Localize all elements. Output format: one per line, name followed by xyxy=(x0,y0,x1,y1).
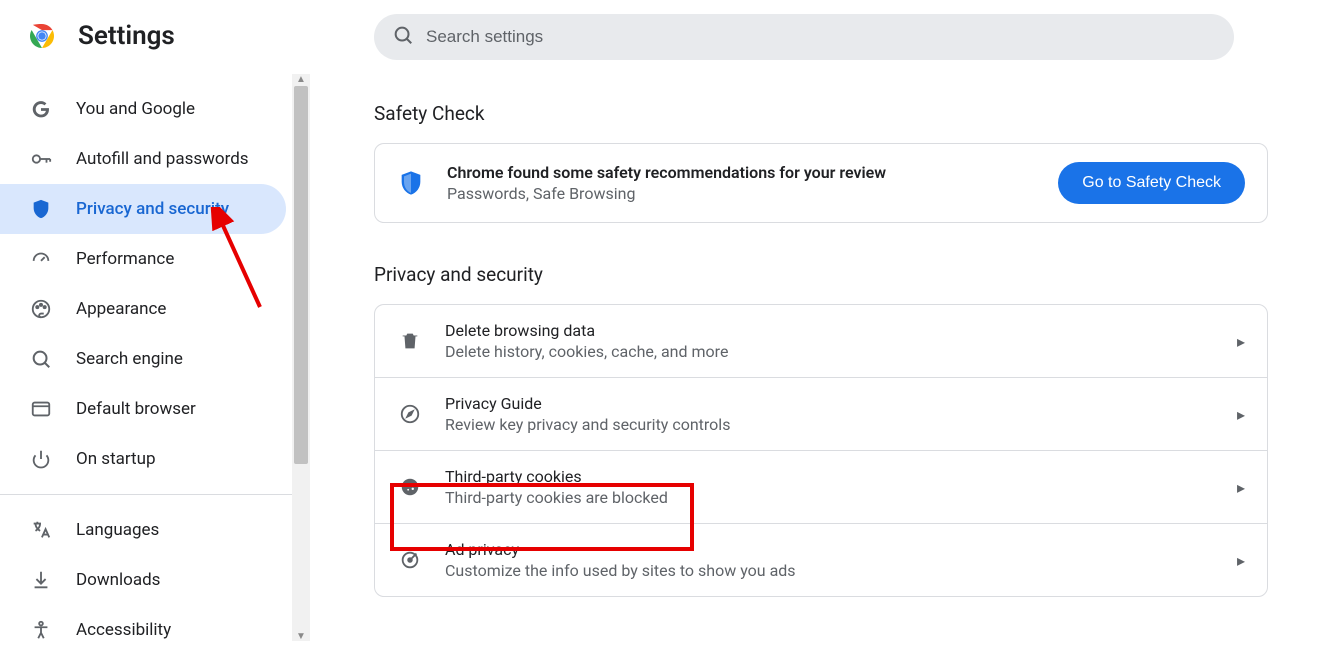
safety-check-title: Safety Check xyxy=(374,102,1268,125)
chevron-right-icon: ▸ xyxy=(1237,332,1245,351)
sidebar-item-label: Appearance xyxy=(76,299,166,319)
search-bar[interactable] xyxy=(374,14,1234,60)
row-subtitle: Review key privacy and security controls xyxy=(445,415,730,434)
search-icon xyxy=(392,24,414,50)
row-title: Delete browsing data xyxy=(445,321,728,340)
scroll-down-icon[interactable]: ▼ xyxy=(296,631,306,641)
sidebar-item-autofill[interactable]: Autofill and passwords xyxy=(0,134,286,184)
row-ad-privacy[interactable]: Ad privacy Customize the info used by si… xyxy=(375,524,1267,596)
sidebar-item-label: You and Google xyxy=(76,99,195,119)
sidebar-scrollbar[interactable]: ▲ ▼ xyxy=(292,74,310,641)
shield-icon xyxy=(397,169,425,197)
sidebar-item-label: Privacy and security xyxy=(76,199,229,219)
row-subtitle: Third-party cookies are blocked xyxy=(445,488,668,507)
sidebar: You and Google Autofill and passwords Pr… xyxy=(0,74,292,641)
sidebar-item-label: Default browser xyxy=(76,399,196,419)
main-content: Safety Check Chrome found some safety re… xyxy=(292,74,1328,641)
gauge-icon xyxy=(30,248,52,270)
chevron-right-icon: ▸ xyxy=(1237,405,1245,424)
go-to-safety-check-button[interactable]: Go to Safety Check xyxy=(1058,162,1245,204)
page-title: Settings xyxy=(78,21,175,51)
sidebar-item-label: Search engine xyxy=(76,349,183,369)
row-subtitle: Customize the info used by sites to show… xyxy=(445,561,796,580)
safety-card-subtitle: Passwords, Safe Browsing xyxy=(447,184,1036,203)
sidebar-item-privacy-security[interactable]: Privacy and security xyxy=(0,184,286,234)
row-delete-browsing-data[interactable]: Delete browsing data Delete history, coo… xyxy=(375,305,1267,378)
scroll-up-icon[interactable]: ▲ xyxy=(296,74,306,84)
target-icon xyxy=(397,547,423,573)
row-title: Ad privacy xyxy=(445,540,796,559)
safety-card-title: Chrome found some safety recommendations… xyxy=(447,163,1036,182)
key-icon xyxy=(30,148,52,170)
search-icon xyxy=(30,348,52,370)
sidebar-item-downloads[interactable]: Downloads xyxy=(0,555,286,605)
sidebar-item-languages[interactable]: Languages xyxy=(0,505,286,555)
chevron-right-icon: ▸ xyxy=(1237,478,1245,497)
sidebar-item-label: Performance xyxy=(76,249,174,269)
chrome-logo-icon xyxy=(24,18,60,54)
row-privacy-guide[interactable]: Privacy Guide Review key privacy and sec… xyxy=(375,378,1267,451)
search-input[interactable] xyxy=(426,27,1216,47)
row-third-party-cookies[interactable]: Third-party cookies Third-party cookies … xyxy=(375,451,1267,524)
sidebar-item-label: Languages xyxy=(76,520,159,540)
sidebar-item-on-startup[interactable]: On startup xyxy=(0,434,286,484)
row-title: Privacy Guide xyxy=(445,394,730,413)
privacy-section-title: Privacy and security xyxy=(374,263,1268,286)
shield-icon xyxy=(30,198,52,220)
scroll-thumb[interactable] xyxy=(294,86,308,464)
sidebar-item-appearance[interactable]: Appearance xyxy=(0,284,286,334)
sidebar-item-label: On startup xyxy=(76,449,156,469)
sidebar-item-accessibility[interactable]: Accessibility xyxy=(0,605,286,655)
palette-icon xyxy=(30,298,52,320)
sidebar-item-search-engine[interactable]: Search engine xyxy=(0,334,286,384)
chevron-right-icon: ▸ xyxy=(1237,551,1245,570)
sidebar-item-default-browser[interactable]: Default browser xyxy=(0,384,286,434)
power-icon xyxy=(30,448,52,470)
accessibility-icon xyxy=(30,619,52,641)
sidebar-item-label: Accessibility xyxy=(76,620,171,640)
download-icon xyxy=(30,569,52,591)
trash-icon xyxy=(397,328,423,354)
sidebar-item-label: Downloads xyxy=(76,570,160,590)
row-title: Third-party cookies xyxy=(445,467,668,486)
safety-check-card: Chrome found some safety recommendations… xyxy=(374,143,1268,223)
translate-icon xyxy=(30,519,52,541)
privacy-list: Delete browsing data Delete history, coo… xyxy=(374,304,1268,597)
divider xyxy=(0,494,292,495)
google-g-icon xyxy=(30,98,52,120)
sidebar-item-performance[interactable]: Performance xyxy=(0,234,286,284)
compass-icon xyxy=(397,401,423,427)
sidebar-item-label: Autofill and passwords xyxy=(76,149,249,169)
cookie-icon xyxy=(397,474,423,500)
sidebar-item-you-and-google[interactable]: You and Google xyxy=(0,84,286,134)
row-subtitle: Delete history, cookies, cache, and more xyxy=(445,342,728,361)
browser-icon xyxy=(30,398,52,420)
